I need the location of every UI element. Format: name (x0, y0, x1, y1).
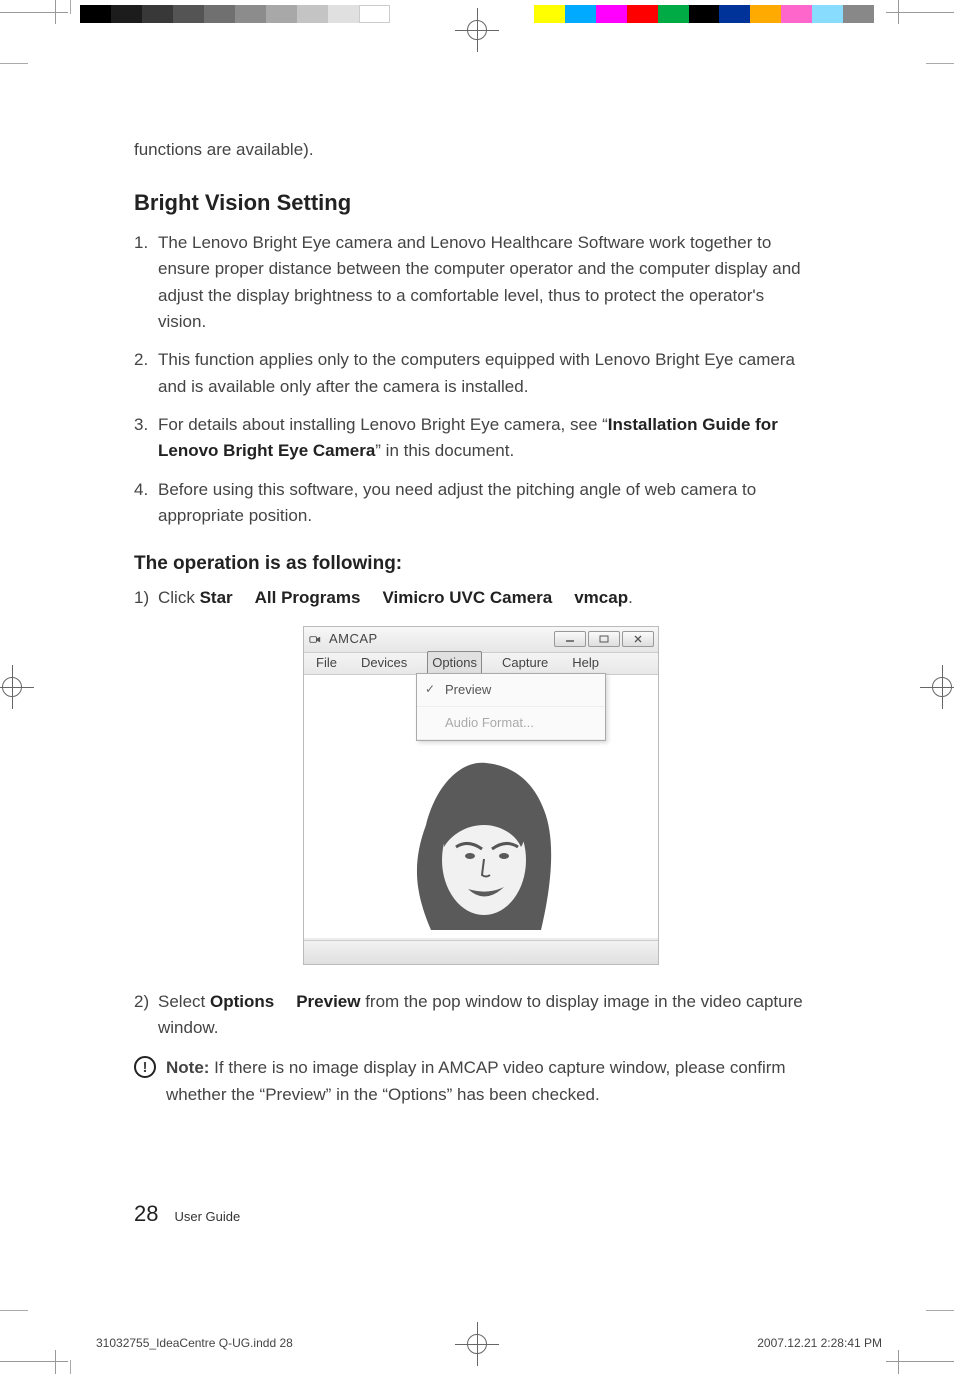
page-content: functions are available). Bright Vision … (134, 140, 804, 1108)
amcap-screenshot: AMCAP File Devices Options Capture Help (303, 626, 659, 965)
menu-capture[interactable]: Capture (498, 652, 552, 674)
window-title: AMCAP (329, 629, 378, 649)
crop-mark (55, 0, 56, 24)
minimize-button[interactable] (554, 631, 586, 647)
crop-mark (55, 1350, 56, 1374)
menu-path: All Programs (255, 588, 361, 607)
slug-date: 2007.12.21 2:28:41 PM (757, 1336, 882, 1350)
registration-mark-icon (920, 665, 954, 709)
list-item: The Lenovo Bright Eye camera and Lenovo … (134, 230, 804, 335)
crop-mark (886, 12, 954, 13)
note-body: If there is no image display in AMCAP vi… (166, 1058, 786, 1103)
section-heading: Bright Vision Setting (134, 190, 804, 216)
menu-path: vmcap (574, 588, 628, 607)
status-bar (304, 940, 658, 964)
dropdown-item: Audio Format... (417, 707, 605, 740)
bleed-mark (70, 1360, 71, 1374)
app-icon (308, 632, 323, 647)
step-text: Select (158, 992, 210, 1011)
menu-path: Options (210, 992, 274, 1011)
step-2: Select OptionsPreview from the pop windo… (134, 989, 804, 1042)
bleed-mark (70, 0, 71, 14)
registration-mark-icon (0, 665, 34, 709)
list-item: Before using this software, you need adj… (134, 477, 804, 530)
window-controls (554, 631, 654, 647)
close-button[interactable] (622, 631, 654, 647)
continuation-text: functions are available). (134, 140, 804, 160)
crop-mark (886, 1361, 954, 1362)
footer-label: User Guide (174, 1209, 240, 1224)
page-footer: 28 User Guide (134, 1201, 240, 1227)
menu-path: Preview (296, 992, 360, 1011)
slug-filename: 31032755_IdeaCentre Q-UG.indd 28 (96, 1336, 293, 1350)
menu-devices[interactable]: Devices (357, 652, 411, 674)
crop-mark (898, 0, 899, 24)
bleed-mark (0, 63, 28, 64)
crop-mark (898, 1350, 899, 1374)
step-text: Click (158, 588, 200, 607)
color-bar (534, 5, 874, 23)
menu-bar: File Devices Options Capture Help (304, 653, 658, 675)
options-dropdown: ✓PreviewAudio Format... (416, 673, 606, 741)
bleed-mark (926, 63, 954, 64)
menu-path: Vimicro UVC Camera (382, 588, 552, 607)
numbered-list: The Lenovo Bright Eye camera and Lenovo … (134, 230, 804, 529)
dropdown-item[interactable]: ✓Preview (417, 674, 605, 707)
window-titlebar: AMCAP (304, 627, 658, 653)
menu-file[interactable]: File (312, 652, 341, 674)
face-illustration (406, 755, 556, 930)
menu-options[interactable]: Options (427, 651, 482, 675)
menu-help[interactable]: Help (568, 652, 603, 674)
list-item: For details about installing Lenovo Brig… (134, 412, 804, 465)
note-block: ! Note: If there is no image display in … (134, 1055, 804, 1108)
bleed-mark (0, 1310, 28, 1311)
note-text: Note: If there is no image display in AM… (166, 1055, 804, 1108)
maximize-button[interactable] (588, 631, 620, 647)
step-1: Click Star All Programs Vimicro UVC Camera… (134, 585, 804, 964)
paren-list: Click Star All Programs Vimicro UVC Camera… (134, 585, 804, 1041)
top-printer-marks (0, 0, 954, 75)
menu-path: Star (200, 588, 233, 607)
bleed-mark (926, 1310, 954, 1311)
subsection-heading: The operation is as following: (134, 553, 804, 575)
grayscale-bar (80, 5, 390, 23)
list-item: This function applies only to the comput… (134, 347, 804, 400)
step-text: . (628, 588, 633, 607)
crop-mark (0, 12, 68, 13)
alert-icon: ! (134, 1056, 156, 1078)
registration-mark-icon (455, 1322, 499, 1366)
page-number: 28 (134, 1201, 158, 1227)
registration-mark-icon (455, 8, 499, 52)
crop-mark (0, 1361, 68, 1362)
note-label: Note: (166, 1058, 209, 1077)
